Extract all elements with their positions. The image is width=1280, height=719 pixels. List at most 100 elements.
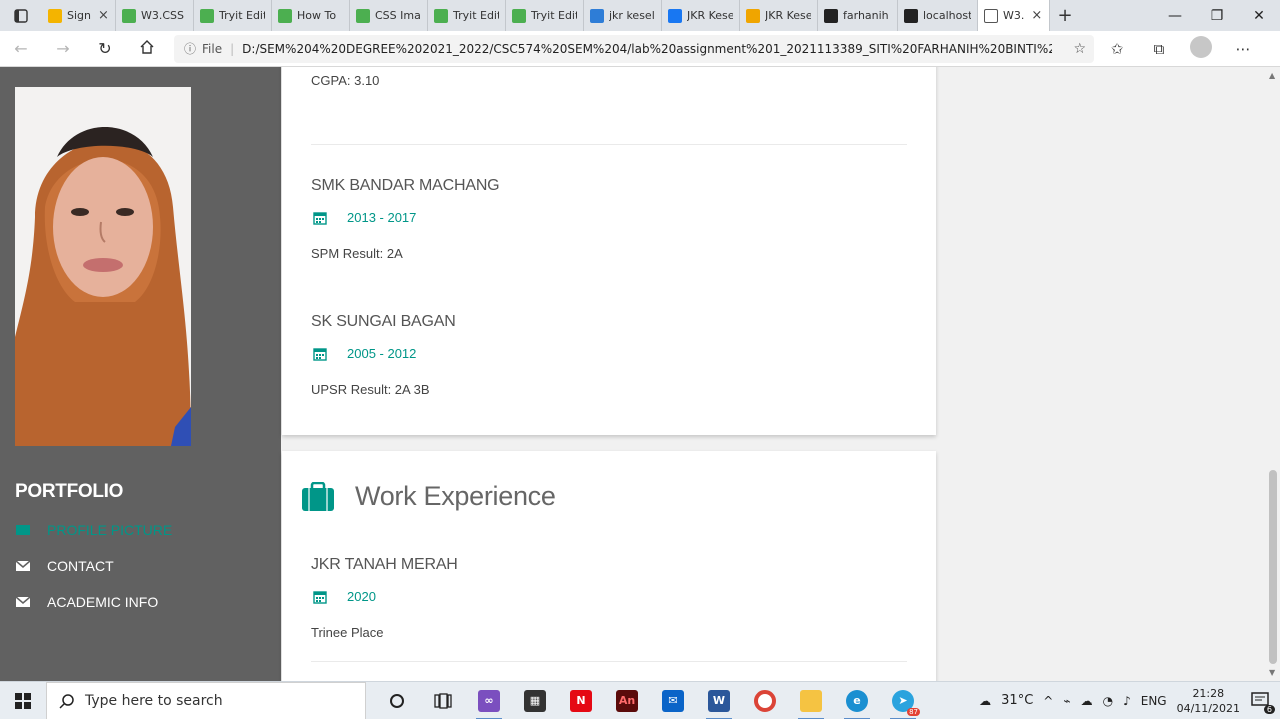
envelope-icon bbox=[15, 596, 31, 607]
start-button[interactable] bbox=[0, 682, 46, 719]
task-view-icon bbox=[434, 692, 452, 709]
visual-studio-icon: ∞ bbox=[478, 689, 500, 712]
home-button[interactable] bbox=[126, 39, 168, 59]
browser-tab[interactable]: W3. × bbox=[978, 0, 1050, 31]
browser-tab[interactable]: farhanih bbox=[818, 0, 898, 31]
tab-favicon-icon bbox=[984, 8, 998, 23]
browser-tab[interactable]: Tryit Edit bbox=[428, 0, 506, 31]
forward-button[interactable]: → bbox=[42, 39, 84, 58]
browser-tab[interactable]: JKR Kese bbox=[662, 0, 740, 31]
scroll-up-arrow-icon[interactable]: ▲ bbox=[1269, 71, 1275, 80]
browser-tab[interactable]: Sign × bbox=[42, 0, 116, 31]
home-icon bbox=[140, 39, 154, 54]
tab-title: JKR Kese bbox=[765, 9, 811, 22]
more-menu-icon[interactable]: ⋯ bbox=[1228, 40, 1258, 58]
tab-title: Tryit Edit bbox=[531, 9, 577, 22]
url-input[interactable]: ⓘ File | D:/SEM%204%20DEGREE%202021_2022… bbox=[174, 34, 1094, 63]
divider bbox=[311, 661, 907, 662]
screen: Sign × W3.CSS Tryit Edit How To CSS Ima Tryit … bbox=[0, 0, 1280, 719]
date-row: 2013 - 2017 bbox=[313, 210, 416, 225]
back-button[interactable]: ← bbox=[0, 39, 42, 58]
tab-title: jkr kesel bbox=[609, 9, 655, 22]
tab-title: How To bbox=[297, 9, 337, 22]
tab-favicon-icon bbox=[200, 8, 214, 23]
sidebar-link-label: CONTACT bbox=[47, 558, 114, 574]
browser-tab[interactable]: Tryit Edit bbox=[194, 0, 272, 31]
tab-close-icon[interactable]: × bbox=[98, 8, 109, 23]
browser-tab[interactable]: jkr kesel bbox=[584, 0, 662, 31]
company-name: JKR TANAH MERAH bbox=[311, 556, 458, 573]
profile-button[interactable] bbox=[1186, 35, 1216, 62]
language-indicator[interactable]: ENG bbox=[1141, 694, 1167, 708]
browser-tab[interactable]: CSS Ima bbox=[350, 0, 428, 31]
store-taskbar-button[interactable]: ▦ bbox=[512, 682, 558, 719]
volume-icon[interactable]: ♪ bbox=[1123, 694, 1131, 708]
browser-tab[interactable]: W3.CSS bbox=[116, 0, 194, 31]
show-hidden-icons-chevron-icon[interactable]: ^ bbox=[1043, 694, 1053, 708]
sidebar-link-academic-info[interactable]: ACADEMIC INFO bbox=[15, 594, 158, 610]
temperature-text[interactable]: 31°C bbox=[1001, 693, 1033, 708]
tab-title: farhanih bbox=[843, 9, 889, 22]
close-window-button[interactable]: ✕ bbox=[1238, 8, 1280, 24]
scroll-thumb[interactable] bbox=[1269, 470, 1277, 664]
visual-studio-taskbar-button[interactable]: ∞ bbox=[466, 682, 512, 719]
file-explorer-taskbar-button[interactable] bbox=[788, 682, 834, 719]
favorites-icon[interactable]: ✩ bbox=[1102, 40, 1132, 58]
notification-center-button[interactable]: 6 bbox=[1250, 690, 1275, 714]
browser-tab[interactable]: How To bbox=[272, 0, 350, 31]
browser-tab[interactable]: Tryit Edit bbox=[506, 0, 584, 31]
telegram-taskbar-button[interactable]: ➤ 87 bbox=[880, 682, 926, 719]
page-scrollbar[interactable]: ▲ ▼ bbox=[1266, 67, 1280, 681]
date-row: 2005 - 2012 bbox=[313, 346, 416, 361]
work-experience-card: Work Experience JKR TANAH MERAH 2020 Tri… bbox=[282, 451, 936, 681]
tab-actions-button[interactable] bbox=[0, 0, 42, 31]
chrome-icon bbox=[754, 689, 776, 712]
sidebar-link-profile-picture[interactable]: PROFILE PICTURE bbox=[15, 522, 172, 538]
edge-taskbar-button[interactable]: e bbox=[834, 682, 880, 719]
taskbar-clock[interactable]: 21:28 04/11/2021 bbox=[1177, 686, 1240, 716]
tab-favicon-icon bbox=[824, 8, 838, 23]
tab-actions-icon bbox=[14, 8, 28, 23]
browser-tab[interactable]: localhost bbox=[898, 0, 978, 31]
word-icon: W bbox=[708, 689, 730, 712]
clock-time: 21:28 bbox=[1192, 686, 1225, 700]
netflix-taskbar-button[interactable]: N bbox=[558, 682, 604, 719]
weather-icon[interactable]: ☁ bbox=[979, 694, 991, 708]
page-viewport: PORTFOLIO PROFILE PICTURE CONTACT ACADEM… bbox=[0, 67, 1280, 681]
tab-title: localhost bbox=[923, 9, 971, 22]
restore-button[interactable]: ❐ bbox=[1196, 8, 1238, 24]
date-row: 2020 bbox=[313, 589, 376, 604]
telegram-badge: 87 bbox=[907, 707, 920, 716]
taskbar-search-box[interactable]: Type here to search bbox=[46, 681, 366, 719]
wifi-icon[interactable]: ◔ bbox=[1103, 694, 1113, 708]
tab-title: Sign bbox=[67, 9, 91, 22]
cortana-button[interactable] bbox=[374, 682, 420, 719]
sidebar-link-contact[interactable]: CONTACT bbox=[15, 558, 114, 574]
search-placeholder: Type here to search bbox=[85, 692, 223, 709]
netflix-icon: N bbox=[570, 689, 592, 712]
add-favorite-icon[interactable]: ☆ bbox=[1073, 41, 1086, 57]
divider bbox=[311, 144, 907, 145]
tab-title: W3. bbox=[1003, 9, 1025, 22]
animate-taskbar-button[interactable]: An bbox=[604, 682, 650, 719]
address-bar: ← → ↻ ⓘ File | D:/SEM%204%20DEGREE%20202… bbox=[0, 31, 1280, 67]
refresh-button[interactable]: ↻ bbox=[84, 39, 126, 58]
network-icon[interactable]: ⌁ bbox=[1063, 694, 1070, 708]
portfolio-heading: PORTFOLIO bbox=[15, 481, 124, 502]
collections-icon[interactable]: ⧉ bbox=[1144, 40, 1174, 58]
tab-close-icon[interactable]: × bbox=[1031, 8, 1042, 23]
mail-taskbar-button[interactable]: ✉ bbox=[650, 682, 696, 719]
browser-tab[interactable]: JKR Kese bbox=[740, 0, 818, 31]
info-icon[interactable]: ⓘ bbox=[184, 40, 196, 57]
date-text: 2020 bbox=[347, 589, 376, 604]
word-taskbar-button[interactable]: W bbox=[696, 682, 742, 719]
calendar-icon bbox=[313, 211, 327, 225]
onedrive-icon[interactable]: ☁ bbox=[1081, 694, 1093, 708]
mail-icon: ✉ bbox=[662, 689, 684, 712]
task-view-button[interactable] bbox=[420, 682, 466, 719]
windows-logo-icon bbox=[15, 692, 31, 709]
minimize-button[interactable]: — bbox=[1154, 8, 1196, 24]
chrome-taskbar-button[interactable] bbox=[742, 682, 788, 719]
scroll-down-arrow-icon[interactable]: ▼ bbox=[1269, 668, 1275, 677]
new-tab-button[interactable]: + bbox=[1050, 0, 1080, 31]
